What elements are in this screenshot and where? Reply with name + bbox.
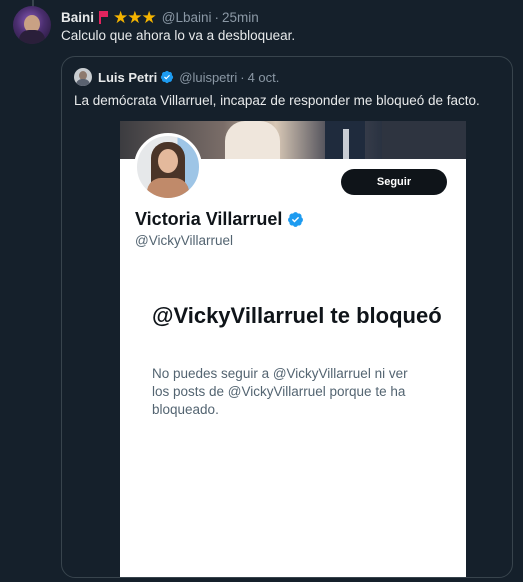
quoted-tweet-text: La demócrata Villarruel, incapaz de resp…: [74, 93, 480, 108]
profile-picture: [134, 133, 202, 201]
profile-name: Victoria Villarruel: [135, 209, 283, 229]
verified-badge-icon: [288, 212, 304, 227]
profile-handle: @VickyVillarruel: [135, 233, 233, 248]
tweet-time[interactable]: 25min: [222, 10, 259, 25]
profile-name-row: Victoria Villarruel: [135, 209, 304, 230]
tweet-text: Calculo que ahora lo va a desbloquear.: [61, 28, 296, 43]
tweet-header: Baini ★★★ @Lbaini · 25min: [61, 8, 259, 26]
quoted-tweet-date: 4 oct.: [247, 69, 280, 85]
flag-icon: [99, 10, 109, 24]
stars-icon: ★★★: [113, 7, 157, 27]
quoted-tweet-card[interactable]: Luis Petri @luispetri · 4 oct. La demócr…: [61, 56, 513, 578]
author-avatar[interactable]: [13, 6, 51, 44]
quoted-author-name: Luis Petri: [98, 69, 158, 85]
avatar-hood: [19, 30, 45, 44]
quoted-author-handle: @luispetri: [179, 69, 238, 85]
author-name[interactable]: Baini: [61, 10, 94, 25]
separator-dot: ·: [214, 9, 220, 25]
attached-screenshot-image[interactable]: Seguir Victoria Villarruel @VickyVillarr…: [120, 121, 466, 577]
blocked-title: @VickyVillarruel te bloqueó: [152, 303, 442, 328]
verified-badge-icon: [161, 70, 174, 84]
separator-dot: ·: [240, 69, 245, 85]
follow-button: Seguir: [341, 169, 447, 195]
author-handle[interactable]: @Lbaini: [162, 10, 212, 25]
quoted-author-avatar: [74, 68, 92, 86]
blocked-description: No puedes seguir a @VickyVillarruel ni v…: [152, 366, 408, 417]
quoted-tweet-header: Luis Petri @luispetri · 4 oct.: [74, 67, 279, 87]
